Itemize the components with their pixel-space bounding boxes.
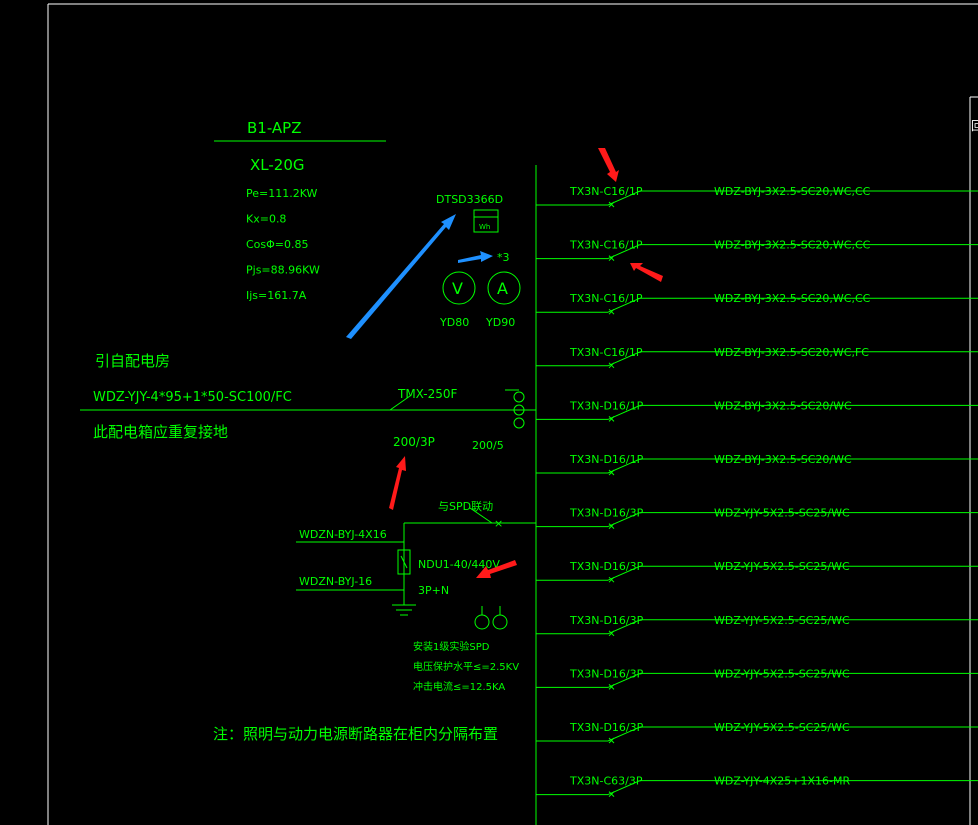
- incoming-source: 引自配电房: [95, 352, 170, 370]
- circuit-cable-label: WDZ-YJY-4X25+1X16-MR: [714, 775, 850, 788]
- circuit-breaker-label: TX3N-D16/3P: [569, 560, 644, 573]
- meter-label: DTSD3366D: [436, 193, 503, 206]
- table-fragment: 回: [971, 119, 978, 133]
- grounding-note: 此配电箱应重复接地: [93, 423, 228, 441]
- spd-linkage: 与SPD联动: [438, 500, 493, 513]
- circuit-breaker-label: TX3N-C16/1P: [569, 346, 643, 359]
- meter-group: DTSD3366D Wh *3 V A YD80 YD90: [436, 193, 521, 329]
- circuit-breaker-label: TX3N-D16/1P: [569, 399, 644, 412]
- circuit-cable-label: WDZ-YJY-5X2.5-SC25/WC: [714, 507, 850, 520]
- circuit-cable-label: WDZ-BYJ-3X2.5-SC20/WC: [714, 399, 852, 412]
- circuit-breaker-label: TX3N-C16/1P: [569, 292, 643, 305]
- footnote: 注：照明与动力电源断路器在柜内分隔布置: [213, 725, 498, 743]
- main-breaker-rating: 200/3P: [393, 435, 435, 449]
- outgoing-circuits: TX3N-C16/1P WDZ-BYJ-3X2.5-SC20,WC,CCTX3N-…: [536, 185, 978, 797]
- red-arrow-3: [389, 456, 406, 510]
- circuit-row: TX3N-D16/3P WDZ-YJY-5X2.5-SC25/WC: [536, 560, 978, 583]
- ct-ratio: 200/5: [472, 439, 504, 452]
- circuit-cable-label: WDZ-BYJ-3X2.5-SC20,WC,CC: [714, 185, 871, 198]
- circuit-row: TX3N-C16/1P WDZ-BYJ-3X2.5-SC20,WC,CC: [536, 292, 978, 315]
- spd-cable-phase: WDZN-BYJ-4X16: [299, 528, 387, 541]
- circuit-breaker-label: TX3N-D16/3P: [569, 507, 644, 520]
- ammeter-symbol: A: [497, 279, 508, 298]
- circuit-breaker-label: TX3N-D16/1P: [569, 453, 644, 466]
- circuit-cable-label: WDZ-BYJ-3X2.5-SC20,WC,CC: [714, 292, 871, 305]
- incoming-cable: WDZ-YJY-4*95+1*50-SC100/FC: [93, 390, 292, 405]
- spd-note: 电压保护水平≤=2.5KV: [413, 660, 519, 673]
- circuit-cable-label: WDZ-YJY-5X2.5-SC25/WC: [714, 614, 850, 627]
- circuit-breaker-label: TX3N-D16/3P: [569, 721, 644, 734]
- panel-model: XL-20G: [250, 156, 305, 174]
- ct-coil-1: [513, 391, 525, 403]
- diagram-canvas: 回 B1-APZ XL-20G Pe=111.2KW Kx=0.8 CosΦ=0.8…: [47, 3, 978, 825]
- circuit-breaker-label: TX3N-C16/1P: [569, 239, 643, 252]
- panel-params: Pe=111.2KW Kx=0.8 CosΦ=0.85 Pjs=88.96KW Ijs=…: [246, 187, 320, 302]
- panel-name: B1-APZ: [247, 119, 302, 137]
- ct-coil-3: [513, 417, 525, 429]
- spd-switch-mark: ×: [494, 517, 503, 530]
- circuit-breaker-label: TX3N-D16/3P: [569, 667, 644, 680]
- panel-param: Pjs=88.96KW: [246, 264, 320, 277]
- spd-notes: 安装1级实验SPD 电压保护水平≤=2.5KV 冲击电流≤=12.5KA: [413, 640, 519, 693]
- circuit-row: TX3N-D16/1P WDZ-BYJ-3X2.5-SC20/WC: [536, 399, 978, 422]
- spd-model: NDU1-40/440V: [418, 558, 500, 571]
- circuit-row: TX3N-C16/1P WDZ-BYJ-3X2.5-SC20,WC,FC: [536, 346, 978, 369]
- ct-count: *3: [497, 251, 510, 264]
- circuit-row: TX3N-C16/1P WDZ-BYJ-3X2.5-SC20,WC,CC: [536, 239, 978, 261]
- circuit-row: TX3N-D16/3P WDZ-YJY-5X2.5-SC25/WC: [536, 507, 978, 529]
- spd-cable-pe: WDZN-BYJ-16: [299, 575, 372, 588]
- circuit-breaker-label: TX3N-C16/1P: [569, 185, 643, 198]
- panel-param: Ijs=161.7A: [246, 289, 307, 302]
- red-arrow-2: [630, 263, 663, 282]
- earth-test-icon-1: [474, 614, 490, 630]
- earth-test-icon-2: [492, 614, 508, 630]
- circuit-row: TX3N-D16/3P WDZ-YJY-5X2.5-SC25/WC: [536, 721, 978, 744]
- spd-poles: 3P+N: [418, 584, 449, 597]
- panel-param: CosΦ=0.85: [246, 238, 309, 251]
- meter-box-text: Wh: [479, 223, 490, 231]
- circuit-cable-label: WDZ-BYJ-3X2.5-SC20,WC,CC: [714, 239, 871, 252]
- circuit-row: TX3N-D16/3P WDZ-YJY-5X2.5-SC25/WC: [536, 667, 978, 690]
- circuit-breaker-label: TX3N-C63/3P: [569, 775, 643, 788]
- circuit-row: TX3N-D16/3P WDZ-YJY-5X2.5-SC25/WC: [536, 614, 978, 637]
- circuit-cable-label: WDZ-BYJ-3X2.5-SC20/WC: [714, 453, 852, 466]
- spd-note: 冲击电流≤=12.5KA: [413, 680, 505, 693]
- voltmeter-label: YD80: [439, 316, 469, 329]
- ammeter-label: YD90: [485, 316, 515, 329]
- voltmeter-symbol: V: [452, 279, 463, 298]
- spd-note: 安装1级实验SPD: [413, 640, 490, 653]
- panel-header: B1-APZ XL-20G: [214, 119, 386, 174]
- incoming-feeder: 引自配电房 WDZ-YJY-4*95+1*50-SC100/FC 此配电箱应重复…: [80, 352, 536, 452]
- circuit-breaker-label: TX3N-D16/3P: [569, 614, 644, 627]
- red-arrow-1: [598, 148, 619, 182]
- circuit-row: TX3N-D16/1P WDZ-BYJ-3X2.5-SC20/WC: [536, 453, 978, 476]
- blue-arrow-2: [458, 251, 493, 263]
- circuit-cable-label: WDZ-YJY-5X2.5-SC25/WC: [714, 560, 850, 573]
- circuit-cable-label: WDZ-YJY-5X2.5-SC25/WC: [714, 721, 850, 734]
- circuit-row: TX3N-C16/1P WDZ-BYJ-3X2.5-SC20,WC,CC: [536, 185, 978, 208]
- circuit-row: TX3N-C63/3P WDZ-YJY-4X25+1X16-MR: [536, 775, 978, 797]
- panel-param: Kx=0.8: [246, 213, 286, 226]
- panel-param: Pe=111.2KW: [246, 187, 318, 200]
- circuit-cable-label: WDZ-BYJ-3X2.5-SC20,WC,FC: [714, 346, 869, 359]
- spd-section: 与SPD联动 × WDZN-BYJ-4X16 WDZN-BYJ-16 NDU1-…: [296, 500, 536, 630]
- circuit-cable-label: WDZ-YJY-5X2.5-SC25/WC: [714, 667, 850, 680]
